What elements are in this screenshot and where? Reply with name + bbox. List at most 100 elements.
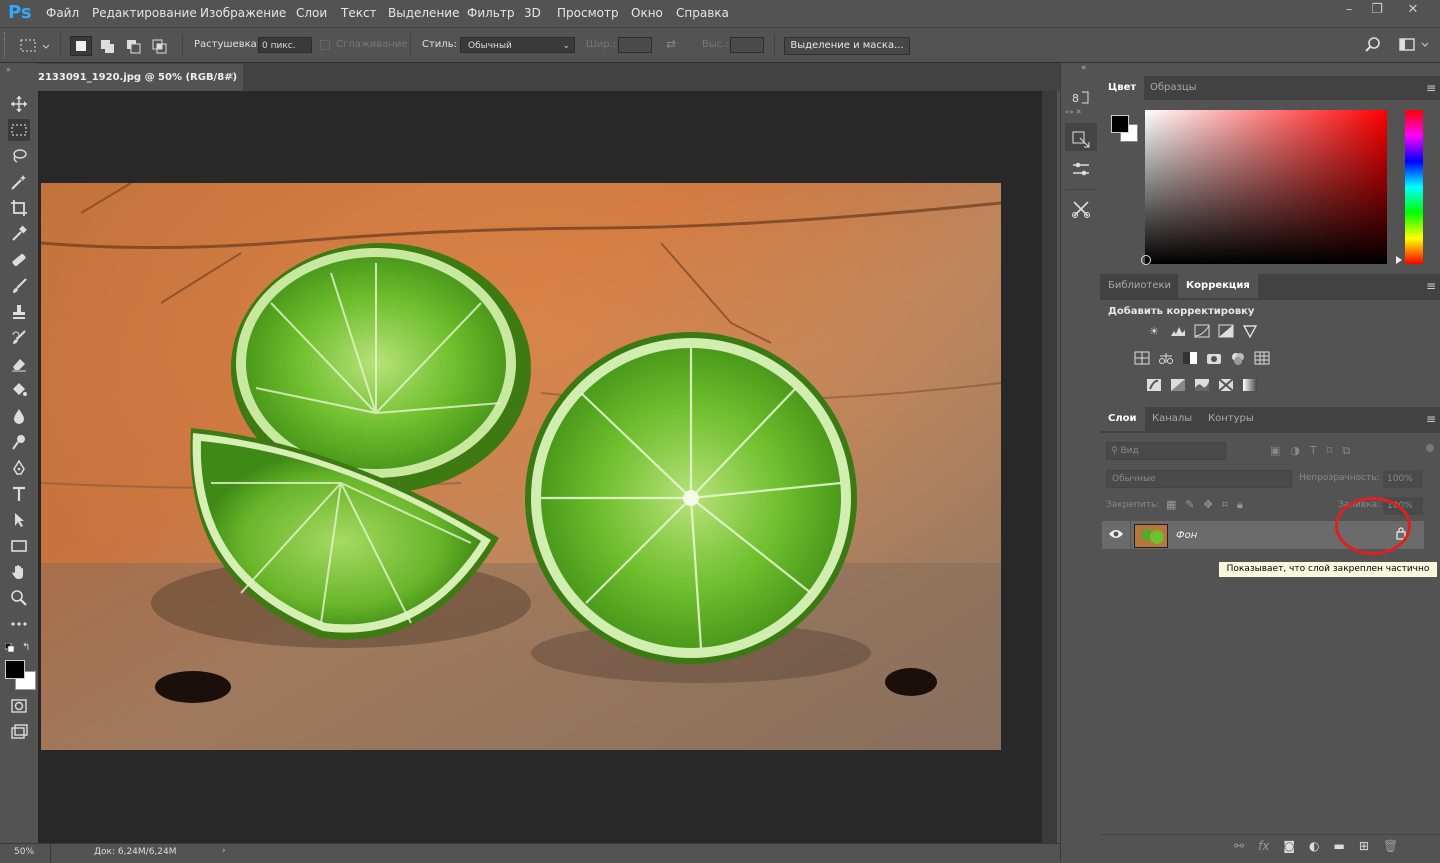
minimize-button[interactable]: – bbox=[1334, 2, 1364, 22]
filter-type-icon[interactable]: T bbox=[1310, 444, 1317, 458]
menu-filter[interactable]: Фильтр bbox=[467, 6, 514, 20]
tab-libraries[interactable]: Библиотеки bbox=[1100, 274, 1179, 298]
adjustments-panel-icon[interactable] bbox=[1071, 159, 1091, 179]
swap-dimensions-icon[interactable]: ⇄ bbox=[666, 37, 682, 53]
move-tool[interactable] bbox=[8, 93, 30, 115]
pen-tool[interactable] bbox=[8, 457, 30, 479]
black-white-icon[interactable] bbox=[1182, 351, 1198, 365]
hue-slider[interactable] bbox=[1405, 110, 1423, 264]
color-field[interactable] bbox=[1145, 110, 1387, 264]
type-tool[interactable] bbox=[8, 483, 30, 505]
zoom-tool[interactable] bbox=[8, 587, 30, 609]
layer-filter-select[interactable]: ⚲ Вид bbox=[1106, 442, 1226, 460]
edit-toolbar-button[interactable] bbox=[8, 613, 30, 635]
dock-grip[interactable]: »» ✕ bbox=[1065, 108, 1097, 116]
color-lookup-icon[interactable] bbox=[1254, 351, 1270, 365]
brush-tool[interactable] bbox=[8, 275, 30, 297]
menu-image[interactable]: Изображение bbox=[200, 6, 286, 20]
select-and-mask-button[interactable]: Выделение и маска... bbox=[784, 37, 910, 55]
selective-color-icon[interactable] bbox=[1218, 378, 1234, 392]
lock-all-icon[interactable]: 🔒︎ bbox=[1237, 498, 1243, 512]
filter-pixel-icon[interactable]: ▣ bbox=[1270, 444, 1280, 458]
crop-tool[interactable] bbox=[8, 197, 30, 219]
menu-file[interactable]: Файл bbox=[46, 6, 79, 20]
color-panel-menu-icon[interactable]: ≡ bbox=[1426, 81, 1436, 95]
color-balance-icon[interactable] bbox=[1158, 351, 1174, 365]
close-tab-icon[interactable]: ✕ bbox=[226, 64, 234, 91]
invert-icon[interactable] bbox=[1146, 378, 1162, 392]
eyedropper-tool[interactable] bbox=[8, 223, 30, 245]
feather-input[interactable]: 0 пикс. bbox=[258, 37, 312, 53]
hue-saturation-icon[interactable] bbox=[1134, 351, 1150, 365]
blend-mode-select[interactable]: Обычные bbox=[1106, 470, 1292, 488]
tool-presets-icon[interactable] bbox=[1071, 199, 1091, 219]
tab-swatches[interactable]: Образцы bbox=[1142, 76, 1205, 100]
new-adjustment-layer-icon[interactable]: ◐ bbox=[1309, 839, 1319, 853]
options-grip[interactable] bbox=[4, 32, 10, 58]
lasso-tool[interactable] bbox=[8, 145, 30, 167]
status-menu-arrow-icon[interactable]: › bbox=[222, 846, 226, 856]
adjust-panel-menu-icon[interactable]: ≡ bbox=[1426, 279, 1436, 293]
menu-window[interactable]: Окно bbox=[631, 6, 663, 20]
intersect-selection-button[interactable] bbox=[149, 36, 171, 56]
quick-mask-button[interactable] bbox=[8, 695, 30, 717]
layer-style-icon[interactable]: fx bbox=[1258, 839, 1269, 853]
add-mask-icon[interactable]: ◙ bbox=[1283, 839, 1295, 853]
antialias-checkbox[interactable] bbox=[320, 40, 330, 50]
foreground-color-swatch[interactable] bbox=[5, 660, 25, 679]
dodge-tool[interactable] bbox=[8, 431, 30, 453]
vertical-scrollbar[interactable] bbox=[1042, 91, 1057, 843]
history-brush-tool[interactable] bbox=[8, 327, 30, 349]
delete-layer-icon[interactable]: 🗑︎ bbox=[1383, 839, 1398, 853]
collapse-toolbar-icon[interactable]: » bbox=[6, 65, 11, 74]
lock-pixels-icon[interactable]: ✎ bbox=[1185, 498, 1194, 512]
hue-slider-handle[interactable] bbox=[1396, 256, 1402, 264]
properties-panel-icon[interactable] bbox=[1071, 129, 1091, 149]
curves-icon[interactable] bbox=[1194, 324, 1210, 338]
menu-view[interactable]: Просмотр bbox=[557, 6, 619, 20]
visibility-eye-icon[interactable] bbox=[1108, 528, 1124, 542]
rectangular-marquee-tool[interactable] bbox=[8, 119, 30, 141]
tab-layers[interactable]: Слои bbox=[1100, 407, 1145, 431]
lock-transparent-icon[interactable]: ▦ bbox=[1166, 498, 1176, 512]
height-input[interactable] bbox=[730, 37, 764, 53]
gradient-map-icon[interactable] bbox=[1242, 378, 1258, 392]
brightness-icon[interactable]: ☀ bbox=[1146, 324, 1162, 338]
menu-3d[interactable]: 3D bbox=[524, 6, 541, 20]
collapse-dock-icon[interactable]: « bbox=[1081, 63, 1087, 73]
menu-layers[interactable]: Слои bbox=[296, 6, 327, 20]
document-tab[interactable]: 2133091_1920.jpg @ 50% (RGB/8#) ✕ bbox=[38, 64, 243, 91]
color-foreground-swatch[interactable] bbox=[1111, 115, 1129, 133]
new-selection-button[interactable] bbox=[70, 36, 92, 56]
eraser-tool[interactable] bbox=[8, 353, 30, 375]
color-picker-handle[interactable] bbox=[1141, 255, 1151, 265]
swap-colors-icon[interactable]: ↰ bbox=[22, 642, 34, 654]
zoom-level[interactable]: 50% bbox=[14, 847, 34, 857]
opacity-input[interactable]: 100% bbox=[1383, 470, 1423, 488]
magic-wand-tool[interactable] bbox=[8, 171, 30, 193]
add-selection-button[interactable] bbox=[97, 36, 119, 56]
layers-panel-menu-icon[interactable]: ≡ bbox=[1426, 412, 1436, 426]
healing-brush-tool[interactable] bbox=[8, 249, 30, 271]
menu-select[interactable]: Выделение bbox=[388, 6, 459, 20]
document-image[interactable] bbox=[40, 182, 1002, 750]
hand-tool[interactable] bbox=[8, 561, 30, 583]
lock-position-icon[interactable]: ✥ bbox=[1204, 498, 1213, 512]
lock-artboard-icon[interactable]: ⌗ bbox=[1222, 498, 1228, 512]
paint-bucket-tool[interactable] bbox=[8, 379, 30, 401]
subtract-selection-button[interactable] bbox=[123, 36, 145, 56]
filter-toggle[interactable] bbox=[1426, 444, 1434, 452]
filter-shape-icon[interactable]: ⌑ bbox=[1327, 444, 1333, 458]
blur-tool[interactable] bbox=[8, 405, 30, 427]
rectangle-tool[interactable] bbox=[8, 535, 30, 557]
history-panel-icon[interactable]: 8 bbox=[1071, 87, 1091, 107]
layer-name[interactable]: Фон bbox=[1176, 530, 1197, 541]
menu-edit[interactable]: Редактирование bbox=[92, 6, 197, 20]
threshold-icon[interactable] bbox=[1194, 378, 1210, 392]
tool-preset-picker[interactable] bbox=[18, 37, 50, 55]
search-icon[interactable] bbox=[1364, 36, 1382, 54]
link-layers-icon[interactable]: ⚯ bbox=[1234, 839, 1244, 853]
default-colors-icon[interactable] bbox=[4, 642, 15, 653]
channel-mixer-icon[interactable] bbox=[1230, 351, 1246, 365]
new-layer-icon[interactable]: ⊞ bbox=[1359, 839, 1369, 853]
